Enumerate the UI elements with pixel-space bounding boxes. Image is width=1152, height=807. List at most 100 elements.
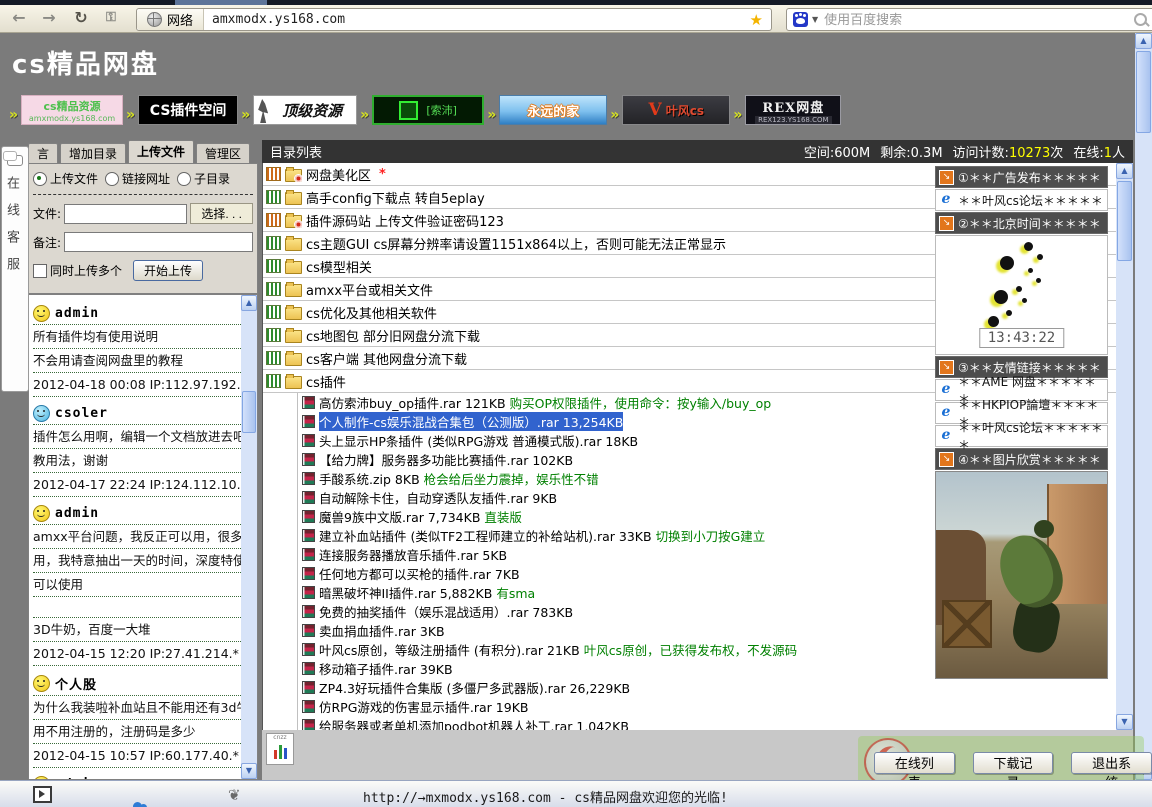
grid-icon bbox=[266, 213, 281, 227]
message-item: 个人股 为什么我装啦补血站且不能用还有3d牛奶盒用不用注册的，注册码是多少201… bbox=[33, 672, 245, 768]
footer-button[interactable]: 下载记录 bbox=[973, 752, 1054, 774]
online-service-tab[interactable]: 在线客服 bbox=[1, 146, 29, 392]
directory-star: * bbox=[379, 167, 386, 182]
folder-icon bbox=[285, 330, 302, 343]
left-tab[interactable]: 管理区 bbox=[196, 143, 250, 164]
footer-button[interactable]: 在线列表 bbox=[874, 752, 955, 774]
sidebar-link[interactable]: ＊＊叶风cs论坛＊＊＊＊＊ bbox=[935, 189, 1108, 211]
file-name-size: 连接服务器播放音乐插件.rar 5KB bbox=[319, 545, 507, 564]
rar-archive-icon bbox=[302, 586, 315, 599]
file-name-size: 个人制作-cs娱乐混战合集包（公测版）.rar 13,254KB bbox=[319, 412, 623, 431]
scrollbar-thumb[interactable] bbox=[1117, 181, 1132, 261]
site-menu-button[interactable]: 网络 bbox=[137, 9, 204, 30]
left-tab[interactable]: 增加目录 bbox=[60, 143, 126, 164]
window-scrollbar[interactable]: ▲ ▼ bbox=[1135, 33, 1152, 780]
address-input[interactable] bbox=[204, 12, 742, 27]
baidu-paw-icon[interactable] bbox=[793, 12, 808, 27]
online-service-label: 在线客服 bbox=[2, 176, 21, 284]
scroll-up-icon[interactable]: ▲ bbox=[241, 295, 257, 311]
banner-link[interactable]: V REX网盘 REX123.YS168.COM bbox=[745, 95, 841, 125]
collapse-arrow-icon[interactable] bbox=[939, 216, 954, 231]
scrollbar-thumb[interactable] bbox=[1136, 51, 1151, 133]
start-upload-button[interactable]: 开始上传 bbox=[133, 260, 203, 281]
rar-archive-icon bbox=[302, 491, 315, 504]
note-field[interactable] bbox=[64, 232, 253, 252]
banner-link[interactable]: V cs精品资源 amxmodx.ys168.com bbox=[21, 95, 123, 125]
file-name-size: 给服务器或者单机添加podbot机器人补丁.rar 1,042KB bbox=[319, 716, 629, 730]
sidebar-link[interactable]: ＊＊叶风cs论坛＊＊＊＊＊＊ bbox=[935, 425, 1108, 447]
message-scrollbar[interactable]: ▲ ▼ bbox=[241, 295, 257, 779]
message-author: admin bbox=[55, 506, 99, 521]
file-name-size: 叶风cs原创，等级注册插件 (有积分).rar 21KB bbox=[319, 640, 580, 659]
rar-archive-icon bbox=[302, 472, 315, 485]
key-icon[interactable]: ⚿ bbox=[100, 8, 122, 28]
scroll-down-icon[interactable]: ▼ bbox=[241, 763, 257, 779]
choose-file-button[interactable]: 选择. . . bbox=[190, 203, 253, 224]
back-icon[interactable]: ← bbox=[8, 8, 30, 28]
banner-link[interactable]: V CS插件空间 bbox=[138, 95, 238, 125]
banner-item: » V 永远的家 bbox=[484, 95, 607, 125]
file-name-size: 暗黑破坏神II插件.rar 5,882KB bbox=[319, 583, 492, 602]
banner-link[interactable]: V [索沛] bbox=[372, 95, 484, 125]
left-tab[interactable]: 言 bbox=[28, 143, 58, 164]
banner-link[interactable]: V 叶风cs bbox=[622, 95, 730, 125]
collapse-arrow-icon[interactable] bbox=[939, 452, 954, 467]
directory-name: amxx平台或相关文件 bbox=[306, 280, 433, 299]
left-tab-bar: 言增加目录上传文件管理区 bbox=[28, 140, 252, 164]
list-scrollbar[interactable]: ▲ ▼ bbox=[1116, 163, 1133, 730]
message-line: 用不用注册的，注册码是多少 bbox=[33, 720, 245, 744]
search-input[interactable] bbox=[822, 11, 1130, 28]
file-row[interactable]: 给服务器或者单机添加podbot机器人补丁.rar 1,042KB bbox=[298, 716, 1133, 730]
radio-icon[interactable] bbox=[177, 172, 191, 186]
directory-name: 高手config下载点 转自5eplay bbox=[306, 188, 485, 207]
ie-browser-icon bbox=[938, 192, 954, 208]
message-line: 为什么我装啦补血站且不能用还有3d牛奶盒 bbox=[33, 696, 245, 720]
scroll-up-icon[interactable]: ▲ bbox=[1135, 33, 1152, 49]
search-engine-dropdown-icon[interactable]: ▼ bbox=[812, 15, 818, 24]
scroll-up-icon[interactable]: ▲ bbox=[1116, 163, 1133, 179]
banner-link[interactable]: V 永远的家 bbox=[499, 95, 607, 125]
banner-text: cs精品资源 bbox=[44, 98, 101, 114]
vine-icon[interactable]: ❦ bbox=[228, 786, 244, 802]
file-row[interactable]: 仿RPG游戏的伤害显示插件.rar 19KB bbox=[298, 697, 1133, 716]
directory-header-title: 目录列表 bbox=[270, 142, 322, 161]
refresh-icon[interactable]: ↻ bbox=[70, 8, 92, 28]
message-line: 所有插件均有使用说明 bbox=[33, 325, 245, 349]
sidebar-header-text: ②＊＊北京时间＊＊＊＊＊ bbox=[958, 215, 1101, 232]
file-name-size: 【给力牌】服务器多功能比赛插件.rar 102KB bbox=[319, 450, 573, 469]
radio-icon[interactable] bbox=[33, 172, 47, 186]
banner-arrow-icon: » bbox=[733, 107, 742, 123]
sidebar-section-header: ①＊＊广告发布＊＊＊＊＊ bbox=[935, 166, 1108, 188]
rar-archive-icon bbox=[302, 681, 315, 694]
footer-button[interactable]: 退出系统 bbox=[1071, 752, 1152, 774]
message-line: 3D牛奶，百度一大堆 bbox=[33, 618, 245, 642]
file-row[interactable]: ZP4.3好玩插件合集版 (多僵尸多武器版).rar 26,229KB bbox=[298, 678, 1133, 697]
search-magnifier-icon[interactable] bbox=[1134, 13, 1147, 26]
message-item: csoler 插件怎么用啊，编辑一个文档放进去吧，教教用法，谢谢2012-04-… bbox=[33, 403, 245, 497]
banner-item: » V cs精品资源 amxmodx.ys168.com bbox=[6, 95, 123, 125]
collapse-arrow-icon[interactable] bbox=[939, 360, 954, 375]
file-name-size: 仿RPG游戏的伤害显示插件.rar 19KB bbox=[319, 697, 528, 716]
banner-item: » V CS插件空间 bbox=[123, 95, 238, 125]
scrollbar-thumb[interactable] bbox=[242, 391, 256, 433]
file-name-size: 魔兽9族中文版.rar 7,734KB bbox=[319, 507, 480, 526]
sidebar-link-text: ＊＊叶风cs论坛＊＊＊＊＊ bbox=[958, 192, 1103, 209]
collapse-arrow-icon[interactable] bbox=[939, 170, 954, 185]
grid-icon bbox=[266, 236, 281, 250]
banner-link[interactable]: V 顶级资源 bbox=[253, 95, 357, 125]
chat-bubble-icon bbox=[7, 155, 23, 166]
directory-name: cs地图包 部分旧网盘分流下载 bbox=[306, 326, 480, 345]
message-item: admin amxx平台问题，我反正可以用，很多人不能用，我特意抽出一天的时间，… bbox=[33, 503, 245, 666]
left-tab[interactable]: 上传文件 bbox=[128, 140, 194, 164]
file-field[interactable] bbox=[64, 204, 187, 224]
radio-icon[interactable] bbox=[105, 172, 119, 186]
cnzz-counter[interactable]: cnzz bbox=[266, 733, 294, 765]
multi-upload-checkbox[interactable] bbox=[33, 264, 47, 278]
file-note: 切换到小刀按G建立 bbox=[656, 526, 766, 545]
window-preview-icon[interactable] bbox=[33, 786, 52, 803]
forward-icon[interactable]: → bbox=[38, 8, 60, 28]
favorite-star-icon[interactable]: ★ bbox=[742, 11, 771, 29]
message-line: 可以使用 bbox=[33, 573, 245, 597]
message-author: 个人股 bbox=[55, 674, 97, 693]
scroll-down-icon[interactable]: ▼ bbox=[1116, 714, 1133, 730]
